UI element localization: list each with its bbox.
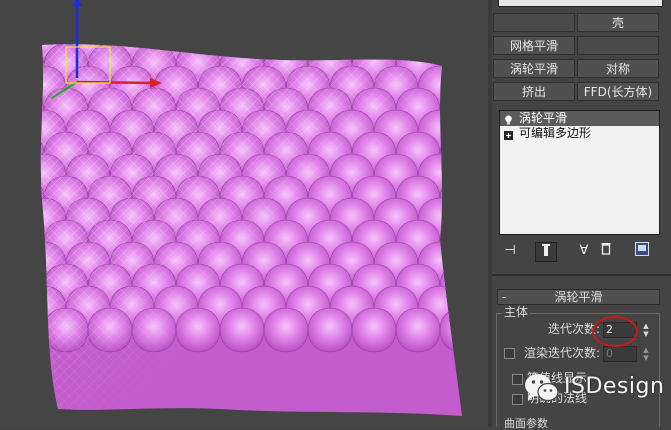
pillow-tile [374, 0, 418, 22]
pillow-tile [395, 44, 441, 45]
configure-modifier-sets-icon[interactable] [633, 242, 651, 260]
stack-item-label: 涡轮平滑 [519, 111, 568, 125]
pin-stack-icon[interactable]: ⊣ [501, 242, 519, 260]
pillow-tile [461, 65, 462, 111]
expand-plus-icon[interactable] [504, 129, 513, 140]
rollout-title: 涡轮平滑 [554, 290, 603, 304]
watermark-text: ISDesign [564, 374, 665, 399]
stack-toolbar: ⊣ ∀ [499, 240, 661, 262]
make-unique-icon[interactable]: ∀ [575, 242, 593, 260]
modifier-stack[interactable]: 涡轮平滑 可编辑多边形 [499, 110, 660, 235]
show-end-result-icon[interactable] [535, 242, 557, 262]
modifier-button-meshsmooth[interactable]: 网格平滑 [493, 36, 575, 55]
pillow-tile [40, 175, 45, 221]
pillow-tile [329, 44, 375, 67]
stack-item-label: 可编辑多边形 [519, 126, 592, 140]
pillow-tile [175, 44, 221, 45]
pillow-tile [0, 22, 22, 66]
pillow-tile [40, 44, 45, 45]
pillow-tile [110, 0, 154, 22]
pillow-tile [198, 0, 242, 22]
explicit-normals-checkbox[interactable] [512, 394, 523, 405]
pillow-tile [87, 44, 133, 45]
pillow-tile [43, 44, 89, 45]
pillow-tile [461, 241, 462, 287]
stack-item-editable-poly[interactable]: 可编辑多边形 [500, 126, 659, 141]
iterations-spinner-arrows-icon[interactable]: ▲ ▼ [641, 322, 651, 338]
wechat-icon [524, 372, 560, 404]
remove-modifier-icon[interactable] [597, 242, 615, 260]
pillow-tile [461, 153, 462, 199]
pillow-tile [40, 263, 45, 309]
pillow-tile [461, 285, 462, 331]
modifier-button-turbosmooth[interactable]: 涡轮平滑 [493, 59, 575, 78]
pillow-tile [462, 0, 488, 22]
pillow-tile [285, 44, 331, 67]
pillow-tile [40, 131, 45, 177]
modifier-button-extrude[interactable]: 挤出 [493, 82, 575, 101]
pillow-tile [0, 242, 22, 286]
pillow-tile [0, 154, 22, 198]
pillow-tile [40, 44, 45, 89]
pillow-tile [417, 44, 462, 67]
pillow-tile [40, 87, 45, 133]
pillow-tile [461, 44, 462, 67]
pillow-tile [219, 44, 265, 45]
pillow-tile [0, 198, 22, 242]
pillow-tile [461, 109, 462, 155]
render-iters-label: 渲染迭代次数: [524, 346, 601, 360]
pillow-tile [0, 286, 22, 330]
pillow-tile [330, 0, 374, 22]
pillow-tile [418, 0, 462, 22]
modifier-list-dropdown[interactable] [498, 0, 663, 7]
pillow-tile [461, 197, 462, 243]
pillow-tile [439, 131, 462, 177]
pillow-tile [0, 66, 22, 110]
modifier-button-shell[interactable]: 壳 [577, 13, 659, 32]
pillow-tile [439, 44, 462, 45]
pillow-tile [22, 0, 66, 22]
pillow-tile [263, 44, 309, 45]
render-iters-spinner-arrows-icon[interactable]: ▲ ▼ [641, 346, 651, 362]
pillow-tile [307, 44, 353, 45]
pillow-tile [242, 0, 286, 22]
pillow-tile [351, 44, 397, 45]
viewport-canvas[interactable] [0, 0, 488, 427]
stack-item-turbosmooth[interactable]: 涡轮平滑 [500, 111, 659, 126]
pillow-mesh[interactable] [0, 0, 488, 427]
render-iters-checkbox[interactable] [504, 348, 515, 359]
light-bulb-icon[interactable] [504, 114, 513, 125]
modifier-button-symmetry[interactable]: 对称 [577, 59, 659, 78]
main-group-label: 主体 [502, 305, 531, 319]
pillow-tile [40, 219, 45, 265]
rollout-header-turbosmooth[interactable]: - 涡轮平滑 [497, 289, 660, 305]
viewport[interactable] [0, 0, 488, 427]
pillow-tile [439, 219, 462, 265]
pillow-tile [0, 0, 22, 22]
pillow-tile [286, 0, 330, 22]
pillow-tile [373, 44, 419, 67]
render-iters-spinner[interactable]: 0 [603, 346, 637, 362]
rollout-divider [492, 274, 671, 276]
pillow-tile [154, 0, 198, 22]
pillow-tile [40, 307, 45, 353]
modifier-button-ffd-box[interactable]: FFD(长方体) [577, 82, 659, 101]
pillow-tile [66, 0, 110, 22]
pillow-tile [439, 87, 462, 133]
pillow-tile [0, 110, 22, 154]
modifier-button-1[interactable] [493, 13, 575, 32]
surface-params-label: 曲面参数 [504, 417, 548, 430]
pillow-tile [439, 44, 462, 89]
pillow-tile [131, 44, 177, 45]
pillow-tile [439, 175, 462, 221]
highlight-circle [592, 316, 638, 347]
isoline-checkbox[interactable] [512, 374, 523, 385]
modifier-button-4[interactable] [577, 36, 659, 55]
